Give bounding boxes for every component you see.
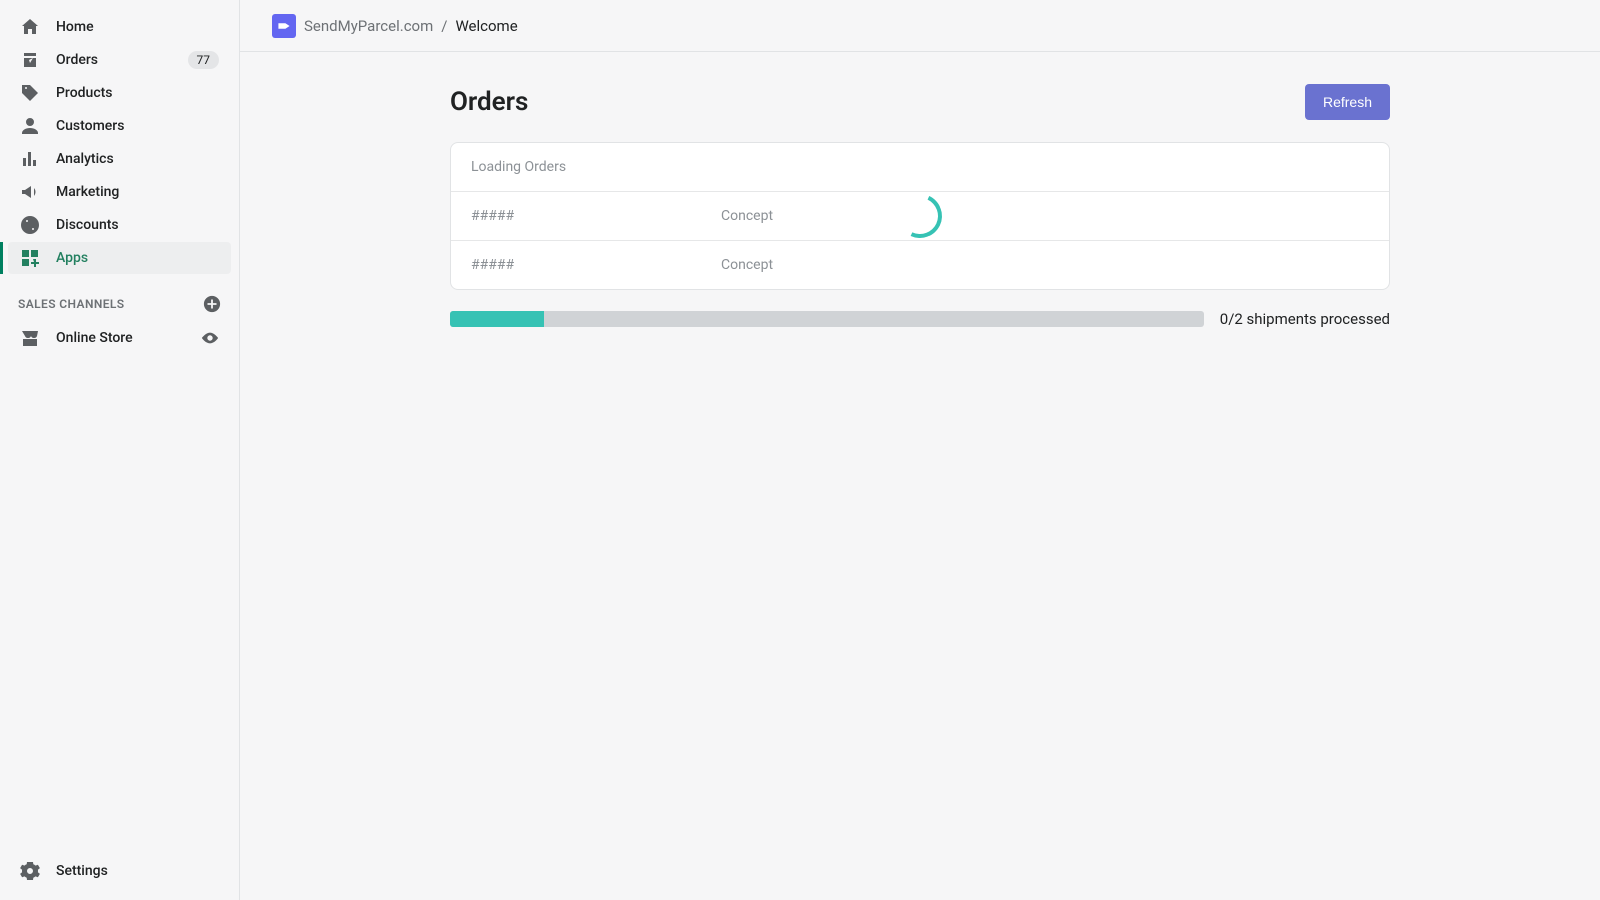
row-status: Concept xyxy=(721,208,773,224)
sidebar-item-label: Online Store xyxy=(56,330,133,346)
sidebar: Home Orders 77 Products Customers Analyt… xyxy=(0,0,240,900)
sidebar-item-apps[interactable]: Apps xyxy=(8,242,231,274)
row-id: ##### xyxy=(471,208,721,224)
breadcrumb-sep: / xyxy=(441,17,447,35)
refresh-button[interactable]: Refresh xyxy=(1305,84,1390,120)
loading-row: Loading Orders xyxy=(451,143,1389,191)
orders-card: Loading Orders ##### Concept ##### Conce… xyxy=(450,142,1390,290)
section-label: SALES CHANNELS xyxy=(18,297,125,311)
sidebar-item-orders[interactable]: Orders 77 xyxy=(8,44,231,76)
table-row: ##### Concept xyxy=(451,240,1389,289)
sidebar-item-online-store[interactable]: Online Store xyxy=(8,322,231,354)
topbar: SendMyParcel.com / Welcome xyxy=(240,0,1600,52)
row-id: ##### xyxy=(471,257,721,273)
orders-badge: 77 xyxy=(188,51,220,69)
marketing-icon xyxy=(20,182,40,202)
breadcrumb-app[interactable]: SendMyParcel.com xyxy=(304,17,433,35)
sidebar-item-label: Products xyxy=(56,85,113,101)
eye-icon xyxy=(201,329,219,347)
sidebar-item-label: Settings xyxy=(56,863,108,879)
products-icon xyxy=(20,83,40,103)
apps-icon xyxy=(20,248,40,268)
add-channel-button[interactable] xyxy=(203,295,221,313)
sidebar-item-label: Analytics xyxy=(56,151,114,167)
progress-fill xyxy=(450,311,544,327)
sidebar-item-label: Orders xyxy=(56,52,98,68)
progress-bar xyxy=(450,311,1204,327)
breadcrumb: SendMyParcel.com / Welcome xyxy=(272,14,518,38)
sales-channels-header: SALES CHANNELS xyxy=(0,275,239,321)
row-status: Concept xyxy=(721,257,773,273)
sidebar-item-customers[interactable]: Customers xyxy=(8,110,231,142)
analytics-icon xyxy=(20,149,40,169)
sidebar-item-analytics[interactable]: Analytics xyxy=(8,143,231,175)
app-logo-icon xyxy=(272,14,296,38)
sidebar-item-label: Apps xyxy=(56,250,88,266)
view-store-button[interactable] xyxy=(201,329,219,347)
progress-label: 0/2 shipments processed xyxy=(1220,310,1390,328)
sidebar-item-products[interactable]: Products xyxy=(8,77,231,109)
sidebar-item-settings[interactable]: Settings xyxy=(8,855,231,887)
content: Orders Refresh Loading Orders ##### Conc… xyxy=(240,52,1600,900)
loading-label: Loading Orders xyxy=(471,159,566,175)
plus-circle-icon xyxy=(203,295,221,313)
page-title: Orders xyxy=(450,87,528,117)
customers-icon xyxy=(20,116,40,136)
sidebar-item-label: Customers xyxy=(56,118,124,134)
sidebar-item-discounts[interactable]: Discounts xyxy=(8,209,231,241)
sidebar-item-label: Discounts xyxy=(56,217,119,233)
sidebar-item-label: Home xyxy=(56,19,94,35)
sidebar-item-marketing[interactable]: Marketing xyxy=(8,176,231,208)
sidebar-item-home[interactable]: Home xyxy=(8,11,231,43)
gear-icon xyxy=(20,861,40,881)
breadcrumb-page: Welcome xyxy=(455,17,517,35)
orders-icon xyxy=(20,50,40,70)
main: SendMyParcel.com / Welcome Orders Refres… xyxy=(240,0,1600,900)
home-icon xyxy=(20,17,40,37)
sidebar-item-label: Marketing xyxy=(56,184,119,200)
table-row: ##### Concept xyxy=(451,191,1389,240)
progress-row: 0/2 shipments processed xyxy=(450,310,1390,328)
store-icon xyxy=(20,328,40,348)
discounts-icon xyxy=(20,215,40,235)
